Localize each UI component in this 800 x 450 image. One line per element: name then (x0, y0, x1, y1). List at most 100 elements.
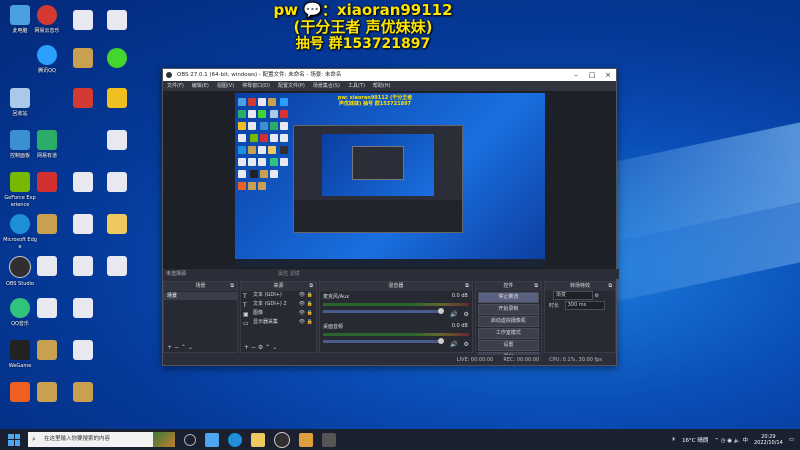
start-recording-button[interactable]: 开始录制 (477, 304, 539, 315)
file-icon[interactable] (30, 298, 64, 320)
visibility-lock-icons[interactable]: 👁 🔒 (299, 300, 313, 309)
gear-icon[interactable]: ⚙ (595, 293, 599, 299)
app-icon[interactable] (299, 432, 313, 447)
track-name: 桌面音频 (322, 324, 343, 330)
riot-icon[interactable] (30, 172, 64, 194)
settings-button[interactable]: 设置 (477, 340, 539, 351)
file-icon[interactable] (66, 298, 100, 320)
league-icon[interactable] (30, 214, 64, 236)
folder-icon[interactable] (100, 214, 134, 236)
minimize-icon[interactable]: – (568, 69, 584, 81)
remove-icon[interactable]: − (251, 344, 256, 351)
windows-start-icon[interactable] (8, 433, 20, 446)
start-virtual-camera-button[interactable]: 启动虚拟摄像机 (477, 316, 539, 327)
folder-icon[interactable] (251, 432, 265, 447)
fader-knob[interactable] (437, 338, 444, 344)
dock-pin-icon[interactable]: ⧉ (608, 282, 612, 291)
dock-pin-icon[interactable]: ⧉ (534, 282, 538, 291)
taskbar: ⌕ 在这里输入你要搜索的内容 ☀ 16°C 晴朗 ⌃ ◷ ◉ 🔈 中 20:29… (0, 429, 800, 450)
app-icon[interactable] (66, 172, 100, 194)
app-icon[interactable] (100, 130, 134, 152)
weather-icon[interactable]: ☀ (671, 437, 676, 443)
file-icon[interactable] (66, 340, 100, 362)
gear-icon[interactable]: ⚙ (463, 341, 468, 348)
scenes-toolbar: + − ⌃ ⌄ (164, 343, 237, 352)
properties-filters[interactable]: 属性 滤镜 (278, 269, 300, 279)
menu-view[interactable]: 视图(V) (217, 81, 234, 91)
gear-icon[interactable] (322, 432, 336, 447)
transition-type-select[interactable]: 渐变 (552, 291, 593, 300)
app-icon[interactable] (100, 10, 134, 32)
edge-icon[interactable] (228, 432, 242, 447)
add-icon[interactable]: + (244, 344, 249, 351)
source-item[interactable]: T 文本 (GDI+) 👁 🔒 (241, 291, 316, 300)
stop-streaming-button[interactable]: 停止推流 (477, 292, 539, 303)
menu-profile[interactable]: 配置文件(P) (278, 81, 305, 91)
chevron-up-icon[interactable]: ⌃ (265, 344, 270, 351)
visibility-lock-icons[interactable]: 👁 🔒 (299, 309, 313, 318)
league-icon[interactable] (30, 340, 64, 362)
desktop-icon[interactable]: 腾讯QQ (30, 45, 64, 74)
source-item[interactable]: T 文本 (GDI+) 2 👁 🔒 (241, 300, 316, 309)
chevron-down-icon[interactable]: ⌄ (272, 344, 277, 351)
obs-icon[interactable] (274, 431, 290, 448)
visibility-lock-icons[interactable]: 👁 🔒 (299, 318, 313, 327)
dock-pin-icon[interactable]: ⧉ (230, 282, 234, 291)
chevron-down-icon[interactable]: ⌄ (188, 344, 193, 351)
obs-titlebar[interactable]: OBS 27.0.1 (64-bit, windows) - 配置文件: 未命名… (163, 69, 616, 81)
add-icon[interactable]: + (167, 344, 172, 351)
weather-text[interactable]: 16°C 晴朗 (682, 436, 708, 444)
studio-mode-button[interactable]: 工作室模式 (477, 328, 539, 339)
wechat-icon[interactable] (30, 130, 64, 152)
taskbar-search-input[interactable]: ⌕ 在这里输入你要搜索的内容 (28, 432, 153, 447)
volume-fader[interactable] (322, 338, 444, 344)
app-icon[interactable] (66, 88, 100, 110)
league-icon[interactable] (30, 382, 64, 404)
nested-obs-window (293, 125, 463, 233)
maximize-icon[interactable]: □ (584, 69, 600, 81)
dock-pin-icon[interactable]: ⧉ (309, 282, 313, 291)
league-icon[interactable] (66, 382, 100, 404)
speaker-icon[interactable]: 🔊 (450, 311, 457, 318)
obs-docks: 场景 ⧉ 场景 + − ⌃ ⌄ 来源 ⧉ T 文本 (GDI+) 👁 🔒 T 文… (163, 281, 617, 363)
duration-input[interactable]: 300 ms (564, 301, 605, 310)
menu-edit[interactable]: 编辑(E) (192, 81, 209, 91)
windows-icon[interactable] (205, 432, 219, 447)
yy-icon[interactable] (100, 88, 134, 110)
visibility-lock-icons[interactable]: 👁 🔒 (299, 291, 313, 300)
desktop-icon[interactable]: 网易云音乐 (30, 5, 64, 34)
source-item[interactable]: ▭ 显示器采集 👁 🔒 (241, 318, 316, 327)
desktop-icon[interactable]: 回收站 (3, 88, 37, 117)
task-view-icon[interactable] (184, 433, 196, 446)
notification-icon[interactable]: ▭ (789, 437, 794, 443)
speaker-icon[interactable]: 🔊 (450, 341, 457, 348)
file-icon[interactable] (100, 256, 134, 278)
close-icon[interactable]: × (600, 69, 616, 81)
preview-canvas[interactable]: pw: xiaoran99112 (干分王者 声优妹妹) 抽号 群1537218… (235, 93, 545, 267)
search-highlight-image[interactable] (153, 432, 175, 447)
menu-file[interactable]: 文件(F) (167, 81, 184, 91)
razer-icon[interactable] (100, 48, 134, 70)
file-icon[interactable] (66, 214, 100, 236)
sources-dock-header: 来源 ⧉ (241, 282, 316, 291)
file-icon[interactable] (30, 256, 64, 278)
league-icon[interactable] (66, 48, 100, 70)
gear-icon[interactable]: ⚙ (258, 344, 263, 351)
scene-list-item[interactable]: 场景 (164, 292, 237, 300)
gear-icon[interactable]: ⚙ (463, 311, 468, 318)
volume-fader[interactable] (322, 308, 444, 314)
source-item[interactable]: ▣ 图像 👁 🔒 (241, 309, 316, 318)
remove-icon[interactable]: − (174, 344, 179, 351)
file-icon[interactable] (66, 10, 100, 32)
menu-scene-collection[interactable]: 场景集合(S) (313, 81, 340, 91)
fader-knob[interactable] (437, 308, 444, 314)
tray-icons[interactable]: ⌃ ◷ ◉ 🔈 中 (714, 436, 748, 444)
chevron-up-icon[interactable]: ⌃ (181, 344, 186, 351)
taskbar-clock[interactable]: 20:29 2022/10/14 (754, 434, 783, 446)
menu-tools[interactable]: 工具(T) (348, 81, 365, 91)
file-icon[interactable] (66, 256, 100, 278)
menu-help[interactable]: 帮助(H) (373, 81, 391, 91)
dock-pin-icon[interactable]: ⧉ (465, 282, 469, 291)
menu-docks[interactable]: 停靠窗口(D) (242, 81, 270, 91)
file-icon[interactable] (100, 172, 134, 194)
